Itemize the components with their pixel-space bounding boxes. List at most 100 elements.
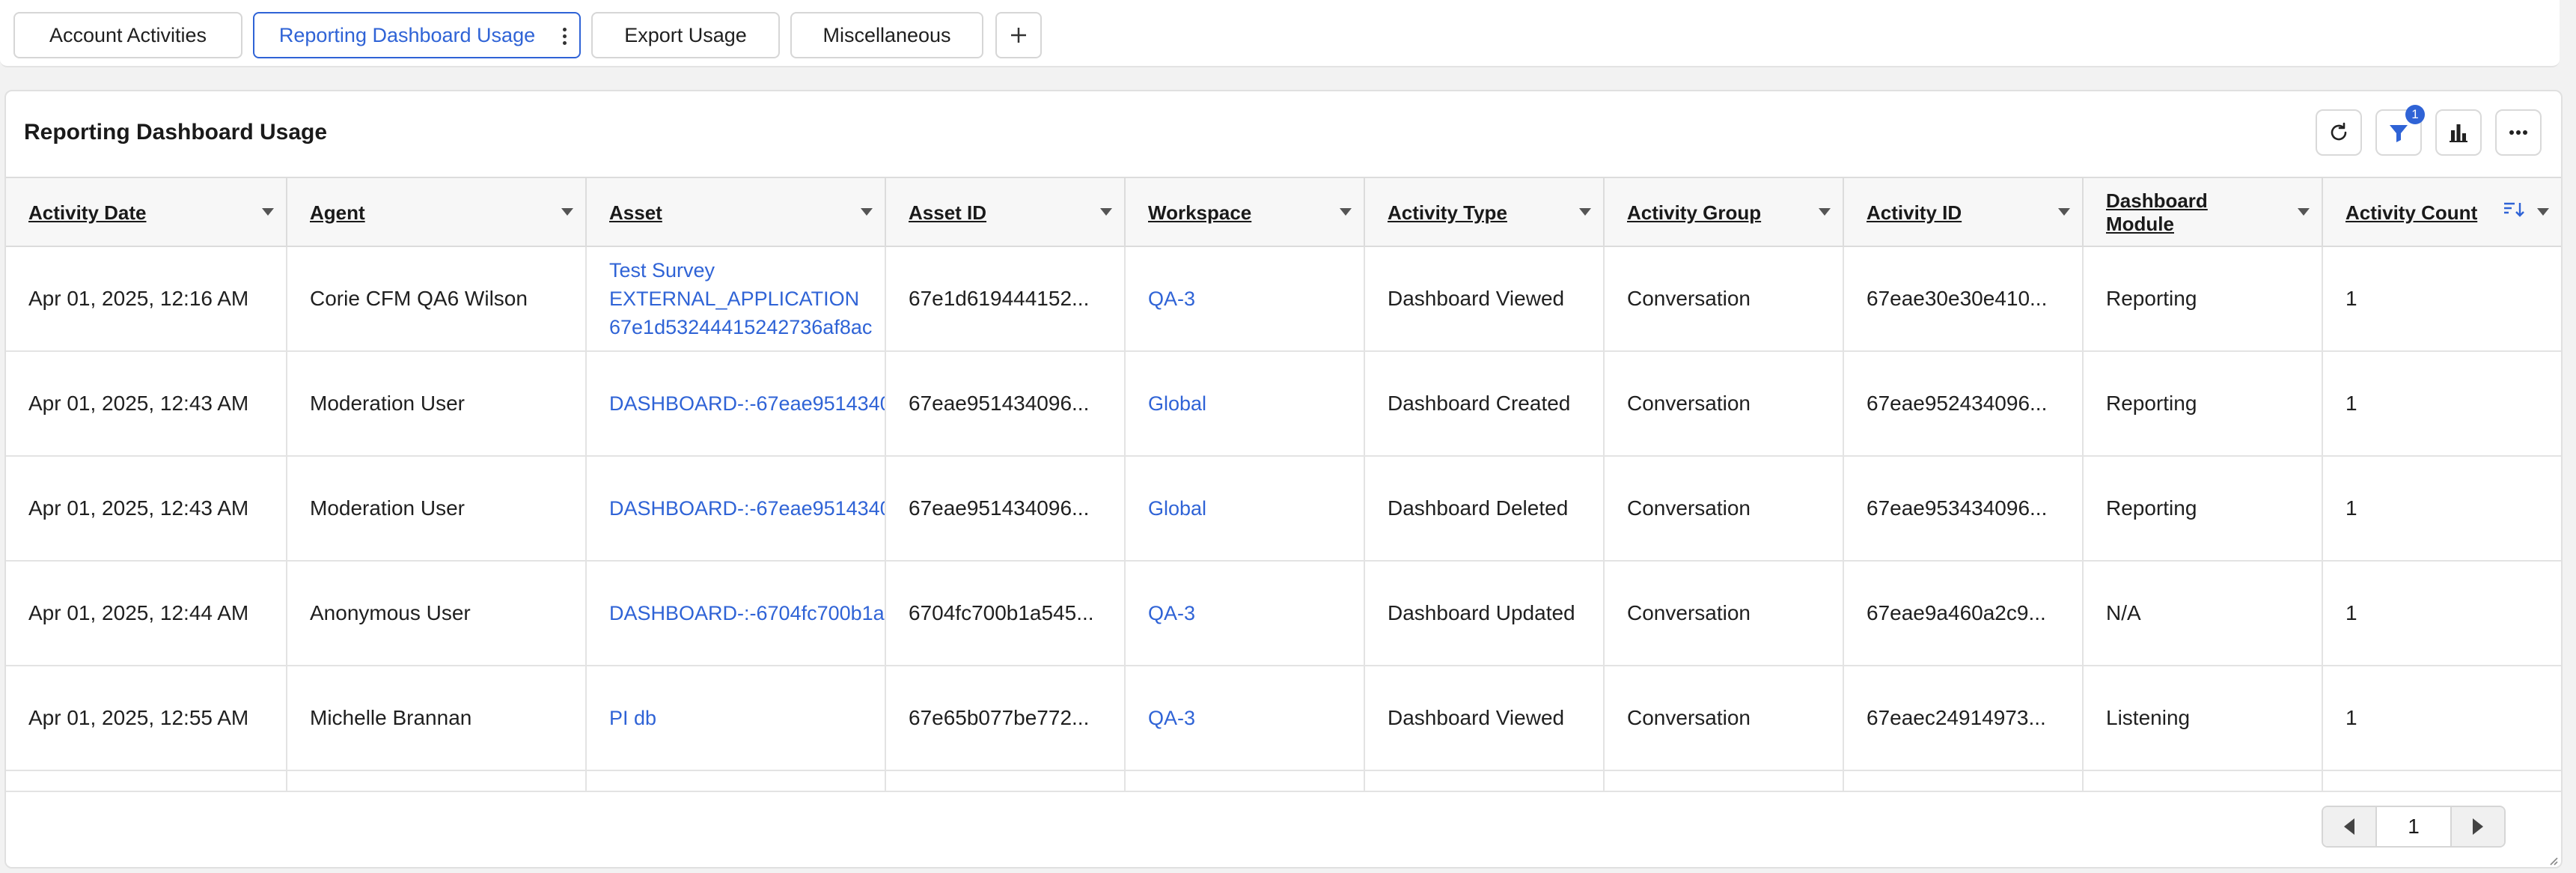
cell-activity-type: Dashboard Viewed — [1365, 247, 1605, 350]
tab-label: Reporting Dashboard Usage — [278, 23, 536, 46]
workspace-link[interactable]: QA-3 — [1148, 562, 1358, 665]
chevron-down-icon[interactable] — [561, 208, 573, 216]
filter-button[interactable]: 1 — [2375, 105, 2425, 156]
cell-value: Reporting — [2106, 287, 2197, 310]
workspace-link[interactable]: Global — [1148, 457, 1358, 560]
column-header-asset[interactable]: Asset — [587, 178, 886, 247]
tab-miscellaneous[interactable]: Miscellaneous — [790, 12, 983, 58]
cell-asset[interactable]: DASHBOARD-:-67eae9514340 — [587, 457, 886, 560]
asset-link-line[interactable]: DASHBOARD-:-67eae9514340 — [609, 497, 885, 520]
more-options-button[interactable] — [2495, 109, 2542, 156]
pagination: 1 — [2322, 806, 2506, 848]
cell-activity-count: 1 — [2323, 562, 2561, 665]
cell-workspace[interactable]: Global — [1126, 457, 1365, 560]
refresh-button[interactable] — [2316, 109, 2362, 156]
chevron-down-icon[interactable] — [1100, 208, 1112, 216]
asset-link-line[interactable]: 67e1d53244415242736af8ac — [609, 313, 872, 341]
cell-value: 67eae953434096... — [1867, 496, 2048, 520]
cell-value: Conversation — [1627, 706, 1751, 729]
tab-account-activities[interactable]: Account Activities — [13, 12, 242, 58]
column-header-activity-type[interactable]: Activity Type — [1365, 178, 1605, 247]
workspace-link[interactable]: QA-3 — [1148, 247, 1358, 350]
column-header-activity-date[interactable]: Activity Date — [6, 178, 287, 247]
chevron-down-icon[interactable] — [861, 208, 873, 216]
asset-link[interactable]: DASHBOARD-:-6704fc700b1a — [609, 562, 885, 665]
bar-chart-icon — [2450, 124, 2467, 142]
cell-asset[interactable]: PI db — [587, 666, 886, 770]
cell-value: Dashboard Updated — [1388, 601, 1575, 624]
chevron-left-icon — [2344, 818, 2354, 835]
cell-agent: Corie CFM QA6 Wilson — [287, 247, 587, 350]
cell-value: 67e65b077be772... — [909, 706, 1090, 729]
column-header-label: Dashboard Module — [2106, 189, 2208, 235]
chevron-down-icon[interactable] — [2537, 208, 2549, 216]
cell-value: Dashboard Viewed — [1388, 287, 1565, 310]
cell-value: 67e1d619444152... — [909, 287, 1090, 310]
cell-asset[interactable]: DASHBOARD-:-67eae9514340 — [587, 352, 886, 455]
cell-asset-id: 67e1d619444152... — [886, 247, 1126, 350]
cell-value: Apr 01, 2025, 12:16 AM — [28, 287, 249, 310]
asset-link-line[interactable]: DASHBOARD-:-6704fc700b1a — [609, 602, 885, 625]
asset-link[interactable]: DASHBOARD-:-67eae9514340 — [609, 352, 885, 455]
chart-button[interactable] — [2435, 109, 2482, 156]
table-row[interactable]: Apr 01, 2025, 12:16 AM Corie CFM QA6 Wils… — [6, 247, 2561, 352]
cell-value: Reporting — [2106, 392, 2197, 415]
cell-agent: Michelle Brannan — [287, 666, 587, 770]
column-header-activity-count[interactable]: Activity Count — [2323, 178, 2561, 247]
cell-dashboard-module: N/A — [2084, 562, 2323, 665]
column-header-workspace[interactable]: Workspace — [1126, 178, 1365, 247]
column-header-agent[interactable]: Agent — [287, 178, 587, 247]
chevron-down-icon[interactable] — [1340, 208, 1352, 216]
tab-reporting-dashboard-usage[interactable]: Reporting Dashboard Usage — [253, 12, 581, 58]
table-row[interactable]: Apr 01, 2025, 12:43 AM Moderation User DAS… — [6, 457, 2561, 562]
chevron-down-icon[interactable] — [2058, 208, 2070, 216]
cell-value: Dashboard Created — [1388, 392, 1571, 415]
cell-workspace[interactable]: QA-3 — [1126, 562, 1365, 665]
asset-link-line[interactable]: PI db — [609, 707, 656, 730]
tab-options-icon[interactable] — [557, 22, 572, 49]
column-header-asset-id[interactable]: Asset ID — [886, 178, 1126, 247]
cell-asset[interactable]: DASHBOARD-:-6704fc700b1a — [587, 562, 886, 665]
column-header-activity-group[interactable]: Activity Group — [1605, 178, 1844, 247]
cell-activity-date: Apr 01, 2025, 12:55 AM — [6, 666, 287, 770]
cell-activity-group: Conversation — [1605, 562, 1844, 665]
more-horizontal-icon — [2509, 130, 2527, 135]
refresh-icon — [2331, 122, 2347, 141]
table-row[interactable]: Apr 01, 2025, 12:55 AM Michelle Brannan PI… — [6, 666, 2561, 771]
tab-export-usage[interactable]: Export Usage — [591, 12, 780, 58]
chevron-down-icon[interactable] — [262, 208, 274, 216]
column-header-activity-id[interactable]: Activity ID — [1844, 178, 2084, 247]
workspace-link[interactable]: Global — [1148, 352, 1358, 455]
asset-link[interactable]: Test Survey EXTERNAL_APPLICATION 67e1d5324… — [609, 247, 885, 350]
column-header-dashboard-module[interactable]: Dashboard Module — [2084, 178, 2323, 247]
next-page-button[interactable] — [2452, 807, 2504, 846]
resize-handle-icon[interactable] — [2548, 855, 2558, 866]
cell-value: 1 — [2345, 601, 2357, 624]
cell-workspace[interactable]: Global — [1126, 352, 1365, 455]
asset-link-line[interactable]: DASHBOARD-:-67eae9514340 — [609, 392, 885, 416]
cell-value: Apr 01, 2025, 12:44 AM — [28, 601, 249, 624]
cell-agent: Moderation User — [287, 457, 587, 560]
table-row[interactable]: Apr 01, 2025, 12:44 AM Anonymous User DASH… — [6, 562, 2561, 666]
sort-descending-icon[interactable] — [2503, 201, 2525, 219]
asset-link-line[interactable]: Test Survey — [609, 256, 715, 285]
cell-value: 67eae9a460a2c9... — [1867, 601, 2046, 624]
asset-link-line[interactable]: EXTERNAL_APPLICATION — [609, 285, 859, 313]
chevron-down-icon[interactable] — [1819, 208, 1831, 216]
cell-workspace[interactable]: QA-3 — [1126, 666, 1365, 770]
table-row[interactable]: Apr 01, 2025, 12:43 AM Moderation User DAS… — [6, 352, 2561, 457]
workspace-link[interactable]: QA-3 — [1148, 666, 1358, 770]
column-header-label: Asset ID — [909, 201, 987, 224]
cell-asset[interactable]: Test Survey EXTERNAL_APPLICATION 67e1d5324… — [587, 247, 886, 350]
add-tab-button[interactable] — [995, 12, 1042, 58]
chevron-down-icon[interactable] — [2298, 208, 2310, 216]
tab-label: Miscellaneous — [822, 23, 951, 46]
chevron-down-icon[interactable] — [1579, 208, 1591, 216]
cell-activity-type: Dashboard Viewed — [1365, 666, 1605, 770]
asset-link[interactable]: DASHBOARD-:-67eae9514340 — [609, 457, 885, 560]
previous-page-button[interactable] — [2323, 807, 2375, 846]
cell-value: Michelle Brannan — [310, 706, 472, 729]
asset-link[interactable]: PI db — [609, 666, 885, 770]
cell-workspace[interactable]: QA-3 — [1126, 247, 1365, 350]
cell-value: Listening — [2106, 706, 2191, 729]
